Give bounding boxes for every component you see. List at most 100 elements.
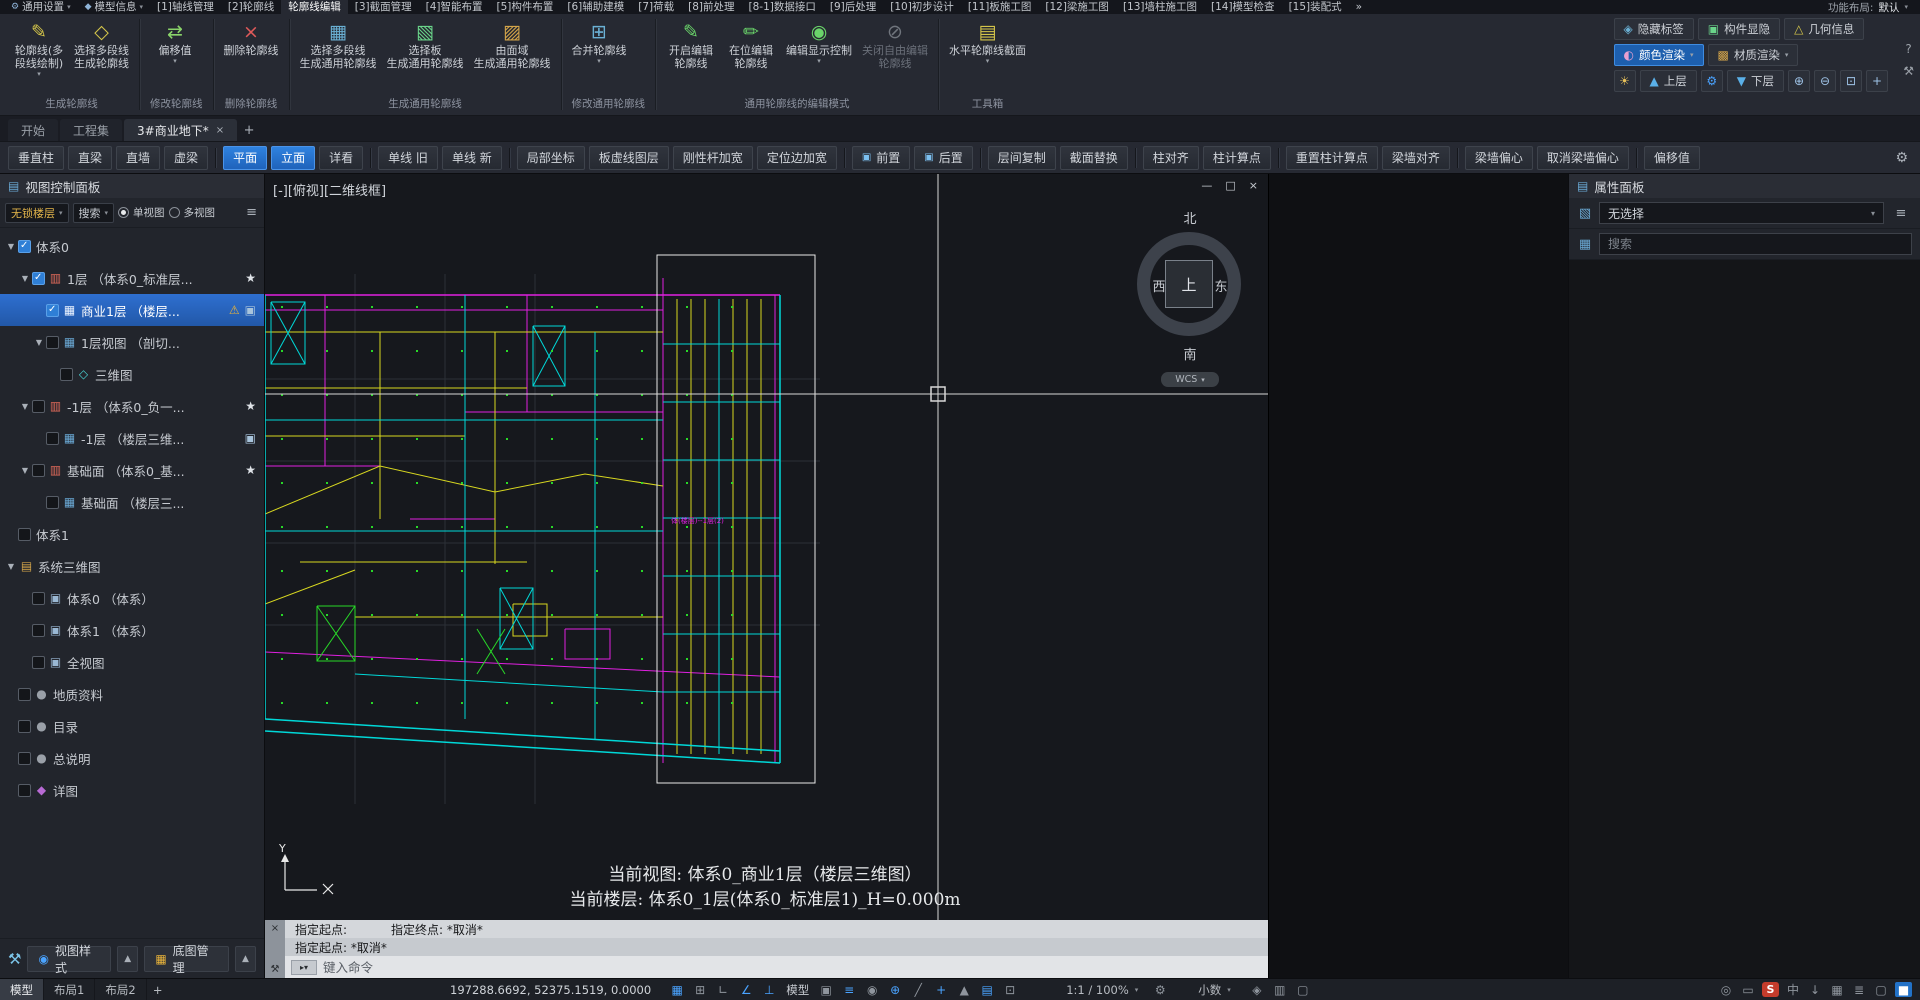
ribbon-button-edit-close[interactable]: ⊘ 关闭自由编辑 轮廓线 xyxy=(858,18,932,72)
hatch-toggle-icon[interactable]: ▥ xyxy=(1270,981,1290,999)
fullscreen-icon[interactable]: ▢ xyxy=(1871,981,1891,999)
layer-up-button[interactable]: ▲ 上层 xyxy=(1639,70,1697,92)
toolbar-button[interactable]: ▣ 前置 xyxy=(851,145,911,170)
favorite-star-icon[interactable]: ★ xyxy=(245,271,256,285)
tree-item[interactable]: ▦ 基础面 （楼层三... xyxy=(0,486,264,518)
menu-item[interactable]: [2]轮廓线 xyxy=(221,0,281,14)
settings-gear-icon[interactable]: ⚙ xyxy=(1150,981,1170,999)
gear-icon[interactable]: ⚙ xyxy=(1700,70,1723,92)
tree-item[interactable]: ▼ ▤ 系统三维图 xyxy=(0,550,264,582)
expand-arrow-icon[interactable]: ▼ xyxy=(18,466,32,475)
menu-item[interactable]: [3]截面管理 xyxy=(348,0,419,14)
sun-icon[interactable]: ☀ xyxy=(1613,70,1636,92)
visibility-checkbox[interactable] xyxy=(46,335,59,349)
toolbar-button[interactable]: 单线 旧 xyxy=(378,145,438,170)
ribbon-button-horiz-section[interactable]: ▤ 水平轮廓线截面 ▾ xyxy=(945,18,1030,67)
ribbon-button-edit-open[interactable]: ✎ 开启编辑 轮廓线 xyxy=(662,18,720,72)
units-icon[interactable]: ⊡ xyxy=(1000,981,1020,999)
ribbon-button-gen-from-slab[interactable]: ▧ 选择板 生成通用轮廓线 xyxy=(383,18,468,72)
close-icon[interactable]: × xyxy=(271,923,279,934)
menu-item[interactable]: [9]后处理 xyxy=(823,0,883,14)
add-layout-button[interactable]: + xyxy=(147,979,169,1000)
object-tracking-icon[interactable]: ⊕ xyxy=(885,981,905,999)
document-tab[interactable]: 开始 xyxy=(8,119,59,141)
view-cube-south[interactable]: 南 xyxy=(1115,344,1265,363)
tree-item[interactable]: ▼ ▥ 基础面 （体系0_基... ★ xyxy=(0,454,264,486)
zoom-out-icon[interactable]: ⊖ xyxy=(1814,70,1836,92)
toolbar-button[interactable]: 截面替换 xyxy=(1059,145,1128,170)
toolbar-button[interactable]: 重置柱计算点 xyxy=(1285,145,1378,170)
menu-item[interactable]: ⚙ 通用设置 ▾ xyxy=(4,0,78,14)
menu-item[interactable]: [1]轴线管理 xyxy=(150,0,221,14)
osnap-icon[interactable]: ⊥ xyxy=(759,981,779,999)
menu-item[interactable]: [11]板施工图 xyxy=(961,0,1039,14)
tree-item[interactable]: ● 地质资料 xyxy=(0,678,264,710)
dynamic-input-icon[interactable]: + xyxy=(931,981,951,999)
toolbar-button[interactable]: 垂直柱 xyxy=(8,145,65,170)
model-space-label[interactable]: 模型 xyxy=(786,982,809,998)
property-search-input[interactable] xyxy=(1599,233,1912,255)
rows-icon[interactable]: ≣ xyxy=(1849,981,1869,999)
tree-item[interactable]: ▦商业1层 （楼层...⚠▣ xyxy=(0,294,264,326)
toolbar-button[interactable]: 详看 xyxy=(319,145,364,170)
pan-icon[interactable]: + xyxy=(1866,70,1888,92)
toolbar-button[interactable]: 柱计算点 xyxy=(1202,145,1271,170)
visibility-checkbox[interactable] xyxy=(46,495,59,509)
toolbar-button[interactable]: 取消梁墙偏心 xyxy=(1536,145,1629,170)
table-icon[interactable]: ▦ xyxy=(1827,981,1847,999)
menu-item[interactable]: [7]荷载 xyxy=(631,0,681,14)
polar-tracking-icon[interactable]: ∠ xyxy=(736,981,756,999)
annotation-scale-control[interactable]: 1:1 / 100% ▾ xyxy=(1066,983,1138,997)
drawing-viewport[interactable]: 体(楼层)--1层(2) Y [-][俯视][二维线框] — □ × 上 北 南 西 … xyxy=(265,174,1268,978)
menu-item[interactable]: [6]辅助建模 xyxy=(560,0,631,14)
menu-item[interactable]: [13]墙柱施工图 xyxy=(1116,0,1204,14)
expand-arrow-icon[interactable]: ▼ xyxy=(18,274,32,283)
menu-item[interactable]: [12]梁施工图 xyxy=(1038,0,1116,14)
tree-item[interactable]: ◇ 三维图 xyxy=(0,358,264,390)
hamburger-menu-icon[interactable]: ≡ xyxy=(1890,202,1912,224)
visibility-checkbox[interactable] xyxy=(46,303,59,317)
tools-icon[interactable]: ⚒ xyxy=(8,950,21,968)
tree-item[interactable]: ▣ 体系0 （体系） xyxy=(0,582,264,614)
minimize-icon[interactable]: — xyxy=(1201,179,1212,192)
close-icon[interactable]: × xyxy=(1249,179,1258,192)
layout-tab[interactable]: 模型 xyxy=(0,979,44,1000)
ribbon-button-material[interactable]: ▩ 材质渲染 ▾ xyxy=(1707,44,1799,66)
single-view-radio[interactable] xyxy=(118,207,130,218)
expand-arrow-icon[interactable]: ▼ xyxy=(4,242,18,251)
document-tab[interactable]: 工程集 xyxy=(60,119,123,141)
s-logo-icon[interactable]: S xyxy=(1762,982,1779,997)
toolbar-button[interactable]: 定位边加宽 xyxy=(756,145,837,170)
tree-item[interactable]: 体系1 xyxy=(0,518,264,550)
visibility-checkbox[interactable] xyxy=(18,687,31,701)
panel-icon[interactable]: ▭ xyxy=(1738,981,1758,999)
toolbar-button[interactable]: 板虚线图层 xyxy=(588,145,669,170)
expand-arrow-icon[interactable]: ▼ xyxy=(32,338,46,347)
expand-arrow-icon[interactable]: ▼ xyxy=(18,402,32,411)
favorite-star-icon[interactable]: ★ xyxy=(245,463,256,477)
layout-selector[interactable]: 功能布局: 默认 ▾ xyxy=(1828,0,1916,15)
visibility-checkbox[interactable] xyxy=(46,431,59,445)
ribbon-button-select-polyline[interactable]: ◇ 选择多段线 生成轮廓线 xyxy=(70,18,133,72)
floor-filter-dropdown[interactable]: 无锁楼层 ▾ xyxy=(5,202,69,223)
wrench-icon[interactable]: ⚒ xyxy=(271,964,280,975)
panel-toggle-icon[interactable]: ■ xyxy=(1895,982,1912,997)
grid-icon[interactable]: ⊞ xyxy=(690,981,710,999)
toolbar-button[interactable]: 直梁 xyxy=(68,145,113,170)
toolbar-settings-gear-icon[interactable]: ⚙ xyxy=(1895,150,1912,166)
snap-icon[interactable]: ▦ xyxy=(667,981,687,999)
view-cube-north[interactable]: 北 xyxy=(1115,208,1265,227)
view-cube-east[interactable]: 东 xyxy=(1177,276,1265,295)
menu-item[interactable]: [15]装配式 xyxy=(1282,0,1349,14)
toolbar-button[interactable]: ▣ 后置 xyxy=(914,145,973,170)
zoom-ext-icon[interactable]: ⊡ xyxy=(1840,70,1862,92)
layer-down-button[interactable]: ▼ 下层 xyxy=(1726,70,1784,92)
visibility-checkbox[interactable] xyxy=(18,719,31,733)
visibility-checkbox[interactable] xyxy=(18,783,31,797)
layout-tab[interactable]: 布局1 xyxy=(44,979,96,1000)
units-format-control[interactable]: 小数 ▾ xyxy=(1198,982,1231,998)
tree-item[interactable]: ● 总说明 xyxy=(0,742,264,774)
isolate-objects-icon[interactable]: ◈ xyxy=(1247,981,1267,999)
maximize-icon[interactable]: □ xyxy=(1225,179,1235,192)
menu-item[interactable]: ◆ 模型信息 ▾ xyxy=(78,0,150,14)
